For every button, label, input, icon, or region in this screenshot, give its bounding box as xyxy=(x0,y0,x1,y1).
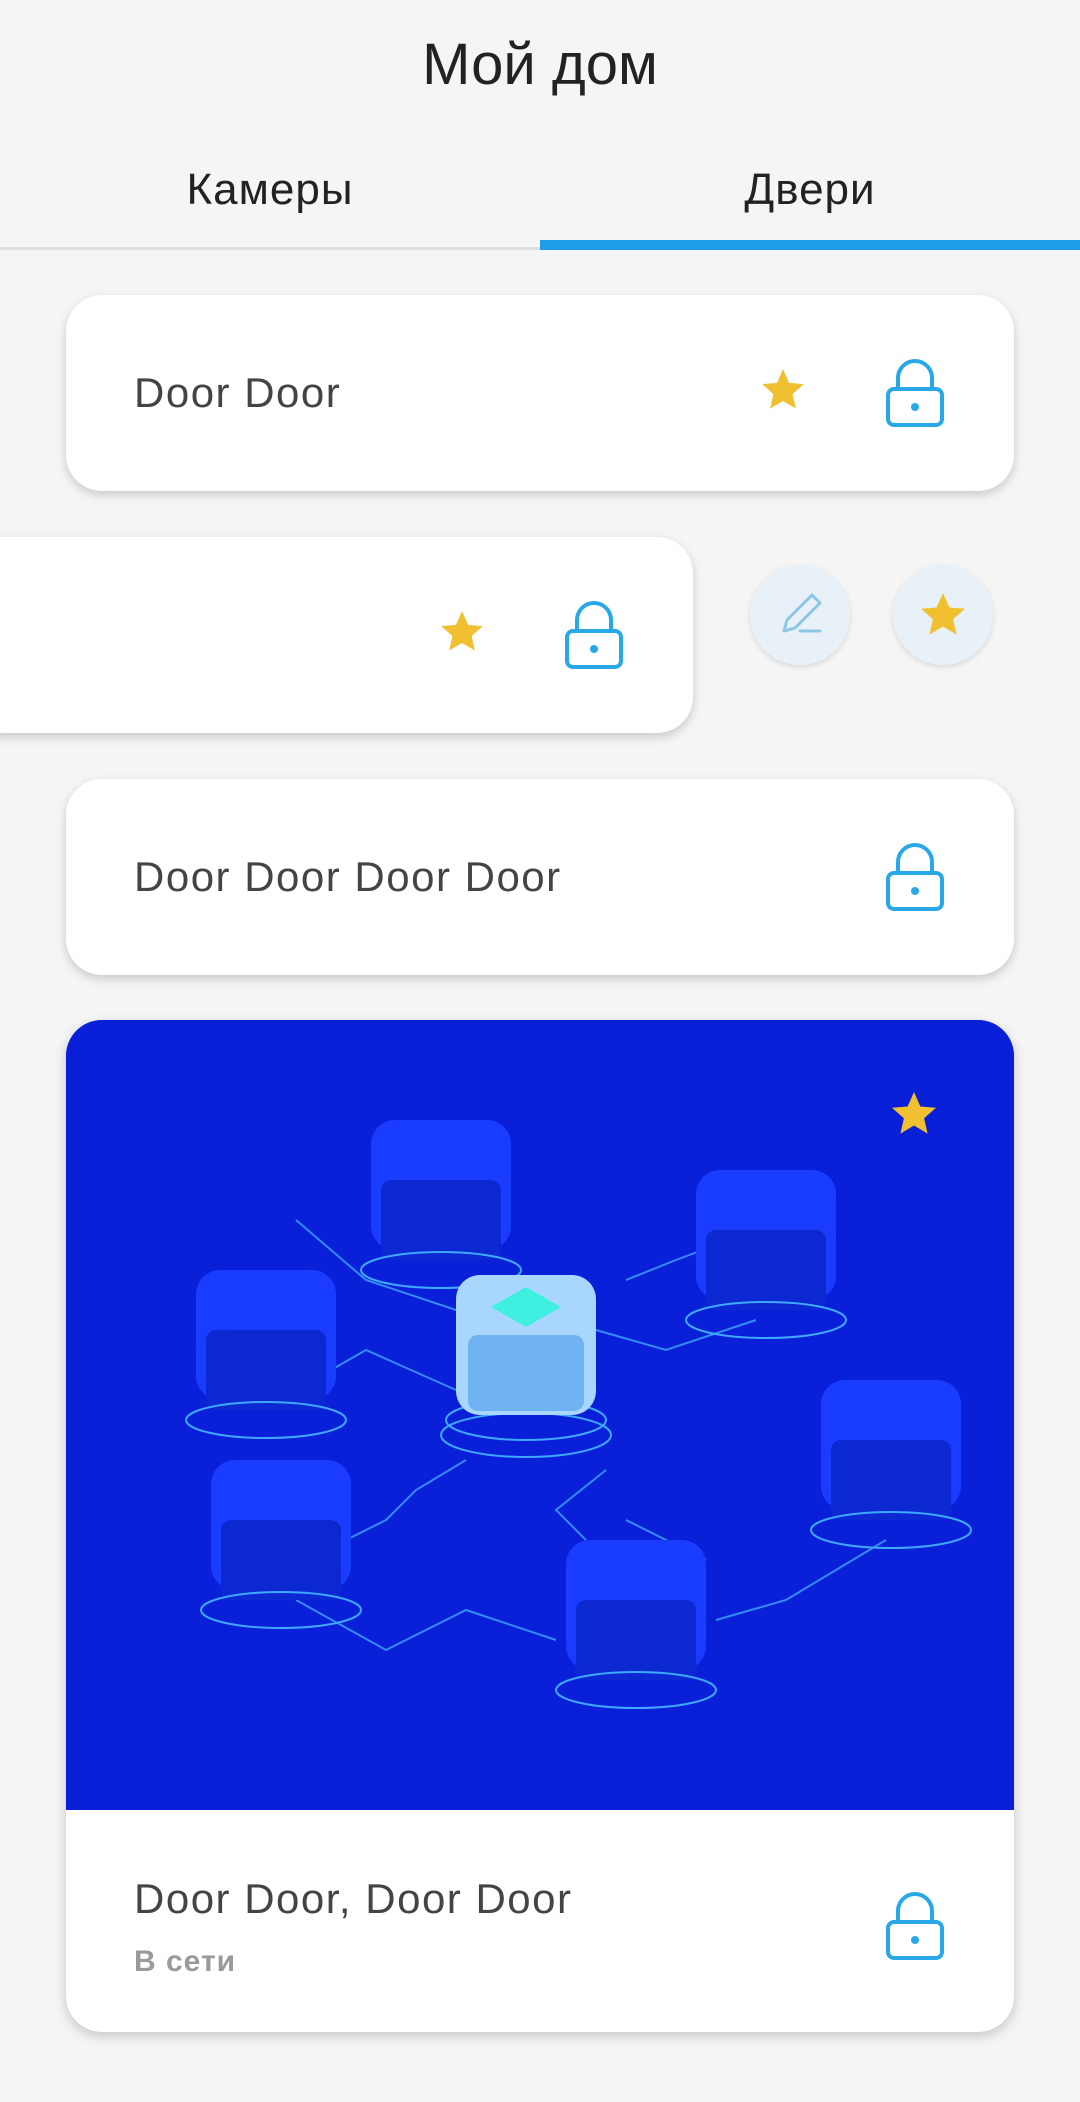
door-name: Door Door xyxy=(134,369,342,416)
door-name: Door Door Door Door xyxy=(134,853,562,900)
star-icon[interactable] xyxy=(758,365,808,415)
lock-icon[interactable] xyxy=(884,357,946,429)
network-illustration xyxy=(66,1020,1014,1810)
lock-icon[interactable] xyxy=(563,599,625,671)
edit-button[interactable] xyxy=(750,565,850,665)
favorite-button[interactable] xyxy=(893,565,993,665)
door-name: Door Door, Door Door xyxy=(134,1875,573,1922)
active-tab-indicator xyxy=(540,240,1080,250)
door-card-swiped[interactable] xyxy=(0,537,693,733)
status-text: В сети xyxy=(134,1945,237,1978)
tab-bar: Камеры Двери xyxy=(0,150,1080,250)
lock-icon[interactable] xyxy=(884,1890,946,1962)
tab-doors[interactable]: Двери xyxy=(540,150,1080,230)
lock-icon[interactable] xyxy=(884,841,946,913)
door-card[interactable]: Door Door xyxy=(66,295,1014,491)
tab-divider xyxy=(0,247,540,250)
page-title: Мой дом xyxy=(422,32,658,97)
door-card[interactable]: Door Door Door Door xyxy=(66,779,1014,975)
star-icon xyxy=(921,593,965,635)
door-card-with-image[interactable]: Door Door, Door Door В сети xyxy=(66,1020,1014,2032)
tab-cameras[interactable]: Камеры xyxy=(0,150,540,230)
star-icon[interactable] xyxy=(437,607,487,657)
edit-icon xyxy=(782,593,822,633)
